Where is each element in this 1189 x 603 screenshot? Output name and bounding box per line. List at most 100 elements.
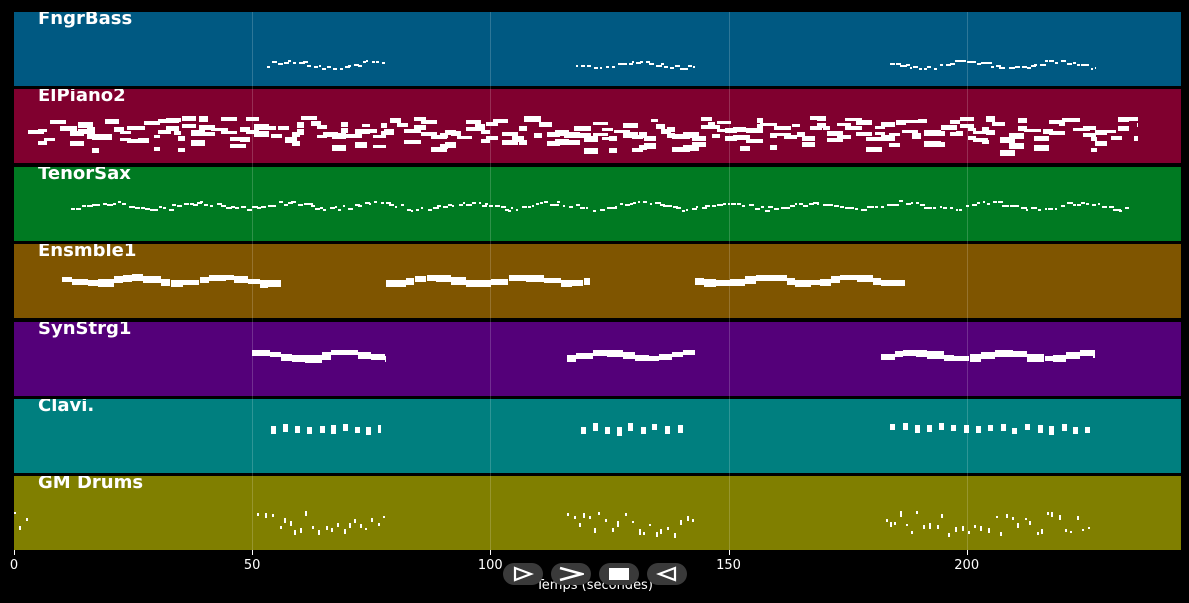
- note: [172, 204, 176, 207]
- note: [583, 277, 591, 285]
- note: [822, 125, 830, 131]
- note: [817, 202, 820, 205]
- note: [943, 206, 947, 209]
- note: [622, 352, 636, 360]
- note: [494, 205, 501, 208]
- notes-layer: [14, 322, 1181, 396]
- note: [889, 132, 900, 137]
- note: [977, 202, 981, 205]
- note: [664, 65, 669, 68]
- note: [939, 206, 942, 209]
- note: [153, 147, 161, 151]
- note: [374, 200, 378, 203]
- note: [268, 204, 272, 207]
- note: [855, 120, 873, 125]
- note: [993, 200, 998, 203]
- note: [200, 201, 204, 204]
- note: [234, 206, 239, 209]
- note: [1005, 204, 1010, 207]
- note: [593, 350, 608, 357]
- note: [553, 203, 559, 206]
- note: [834, 204, 839, 207]
- note: [746, 138, 764, 144]
- note: [1061, 60, 1066, 62]
- note: [1097, 202, 1100, 205]
- note: [1066, 352, 1080, 359]
- rewind-button[interactable]: [647, 563, 687, 585]
- note: [676, 207, 681, 210]
- note: [1117, 126, 1129, 132]
- note: [1085, 427, 1091, 434]
- note: [1000, 150, 1016, 157]
- note: [420, 207, 424, 210]
- note: [651, 119, 659, 123]
- note: [1018, 117, 1028, 123]
- note: [1050, 512, 1053, 518]
- note: [760, 206, 765, 209]
- note: [1061, 205, 1065, 208]
- note: [575, 204, 580, 207]
- fast-forward-button[interactable]: [551, 563, 591, 585]
- note: [1102, 130, 1117, 134]
- note: [1044, 208, 1047, 211]
- note: [508, 275, 526, 282]
- note: [955, 130, 964, 136]
- note: [161, 279, 171, 287]
- note: [731, 203, 737, 206]
- note: [695, 277, 705, 286]
- note: [523, 116, 542, 123]
- note: [601, 127, 613, 131]
- note: [583, 513, 585, 519]
- note: [50, 120, 66, 125]
- note: [902, 119, 919, 124]
- note: [1088, 526, 1091, 530]
- note: [1009, 66, 1016, 69]
- note: [1054, 207, 1057, 210]
- stop-button[interactable]: [599, 563, 639, 585]
- note: [916, 202, 920, 205]
- note: [652, 424, 658, 431]
- note: [500, 205, 507, 208]
- note: [1045, 60, 1048, 63]
- note: [955, 526, 958, 532]
- note: [339, 67, 343, 70]
- note: [382, 515, 385, 519]
- note: [638, 201, 641, 204]
- note: [584, 148, 599, 155]
- note: [754, 207, 760, 210]
- note: [928, 206, 933, 209]
- note: [692, 519, 695, 522]
- note: [71, 207, 76, 210]
- play-forward-button[interactable]: [503, 563, 543, 585]
- note: [364, 527, 367, 530]
- note: [1069, 530, 1072, 534]
- note: [91, 147, 99, 154]
- note: [1124, 206, 1129, 209]
- note: [1033, 64, 1037, 67]
- note: [349, 522, 351, 529]
- note: [1023, 128, 1041, 132]
- note: [666, 126, 676, 132]
- note: [643, 143, 657, 150]
- note: [1058, 515, 1061, 521]
- note: [616, 427, 622, 436]
- note: [72, 279, 88, 285]
- note: [895, 203, 900, 206]
- note: [586, 65, 591, 68]
- note: [1052, 354, 1066, 363]
- note: [1000, 424, 1006, 431]
- note: [1036, 531, 1039, 536]
- note: [685, 208, 689, 211]
- note: [973, 525, 976, 529]
- note: [1048, 208, 1053, 211]
- note: [875, 205, 879, 208]
- note: [905, 524, 908, 527]
- note: [649, 202, 653, 205]
- note: [1009, 143, 1025, 149]
- note: [296, 129, 305, 135]
- note: [14, 512, 16, 515]
- note: [664, 426, 670, 434]
- note: [677, 425, 683, 434]
- note: [1076, 63, 1080, 66]
- note: [239, 136, 250, 142]
